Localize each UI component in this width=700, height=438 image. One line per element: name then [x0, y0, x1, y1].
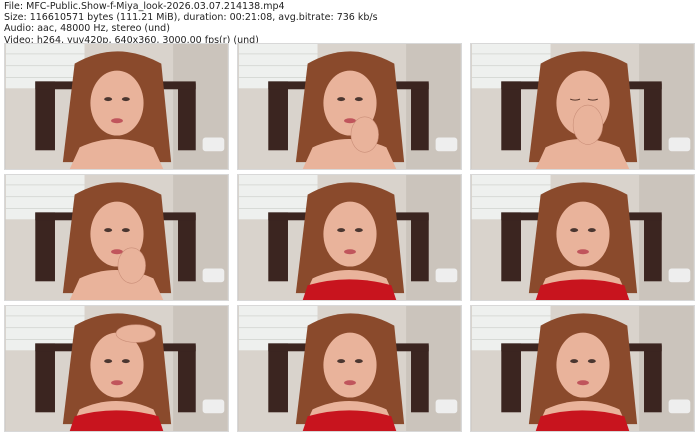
video-thumbnail [470, 305, 695, 432]
video-thumbnail [470, 43, 695, 170]
video-thumbnail [4, 43, 229, 170]
thumbnail-image [471, 175, 694, 300]
audio-info-line: Audio: aac, 48000 Hz, stereo (und) [4, 23, 170, 35]
thumbnail-image [5, 175, 228, 300]
video-thumbnail [4, 174, 229, 301]
video-thumbnail [470, 174, 695, 301]
file-size-line: Size: 116610571 bytes (111.21 MiB), dura… [4, 12, 378, 24]
thumbnail-image [471, 44, 694, 169]
video-thumbnail [237, 43, 462, 170]
thumbnail-image [5, 44, 228, 169]
video-info-header: File: MFC-Public.Show-f-Miya_look-2026.0… [4, 1, 378, 46]
thumbnail-image [5, 306, 228, 431]
video-thumbnail [4, 305, 229, 432]
thumbnail-image [238, 306, 461, 431]
file-name-line: File: MFC-Public.Show-f-Miya_look-2026.0… [4, 1, 285, 12]
video-thumbnail [237, 174, 462, 301]
thumbnail-grid [4, 43, 696, 433]
video-thumbnail [237, 305, 462, 432]
thumbnail-image [238, 44, 461, 169]
thumbnail-image [471, 306, 694, 431]
thumbnail-image [238, 175, 461, 300]
